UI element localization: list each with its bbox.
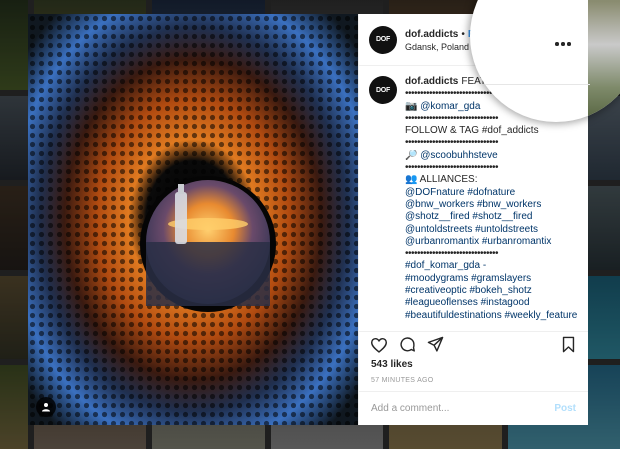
comment-input[interactable] — [371, 403, 555, 414]
caption-line[interactable]: #dof_komar_gda - — [405, 260, 577, 272]
caption-line[interactable]: @DOFnature #dofnature — [405, 187, 577, 199]
more-options-icon[interactable] — [552, 38, 574, 50]
caption-line: ••••••••••••••••••••••••••••••• — [405, 137, 499, 149]
share-icon[interactable] — [424, 334, 446, 356]
action-bar — [359, 331, 588, 357]
separator-dot: • — [461, 28, 465, 40]
caption-line[interactable]: @shotz__fired #shotz__fired — [405, 211, 577, 223]
magnified-background — [588, 0, 620, 122]
caption-line[interactable]: #beautifuldestinations #weekly_feature — [405, 310, 577, 322]
caption-line[interactable]: @bnw_workers #bnw_workers — [405, 199, 577, 211]
tunnel-photo-illustration — [28, 14, 358, 425]
caption-username[interactable]: dof.addicts — [405, 76, 458, 87]
bookmark-icon[interactable] — [557, 334, 579, 356]
like-count[interactable]: 543 likes — [359, 357, 588, 373]
magnified-divider — [470, 84, 590, 85]
post-photo[interactable] — [28, 14, 358, 425]
caption-line[interactable]: #creativeoptic #bokeh_shotz — [405, 285, 577, 297]
username-link[interactable]: dof.addicts — [405, 29, 458, 40]
caption-line[interactable]: 🔎 @scoobuhhsteve — [405, 150, 577, 162]
comment-box: Post — [359, 391, 588, 425]
caption-line[interactable]: @untoldstreets #untoldstreets — [405, 224, 577, 236]
post-timestamp[interactable]: 57 MINUTES AGO — [359, 373, 588, 391]
heart-icon[interactable] — [368, 334, 390, 356]
post-comment-button[interactable]: Post — [554, 403, 576, 414]
caption-line: ••••••••••••••••••••••••••••••• — [405, 248, 499, 260]
avatar[interactable]: DOF — [369, 25, 397, 54]
caption-line: 👥 ALLIANCES: — [405, 174, 478, 186]
avatar[interactable]: DOF — [369, 76, 397, 104]
caption-line[interactable]: #leagueoflenses #instagood — [405, 297, 577, 309]
comment-icon[interactable] — [396, 334, 418, 356]
caption-line: ••••••••••••••••••••••••••••••• — [405, 162, 499, 174]
caption-line[interactable]: #moodygrams #gramslayers — [405, 273, 577, 285]
caption-line[interactable]: @urbanromantix #urbanromantix — [405, 236, 577, 248]
user-tag-icon[interactable] — [36, 397, 56, 417]
caption-line: FOLLOW & TAG #dof_addicts — [405, 125, 539, 137]
location-link[interactable]: Gdansk, Poland — [405, 41, 480, 54]
